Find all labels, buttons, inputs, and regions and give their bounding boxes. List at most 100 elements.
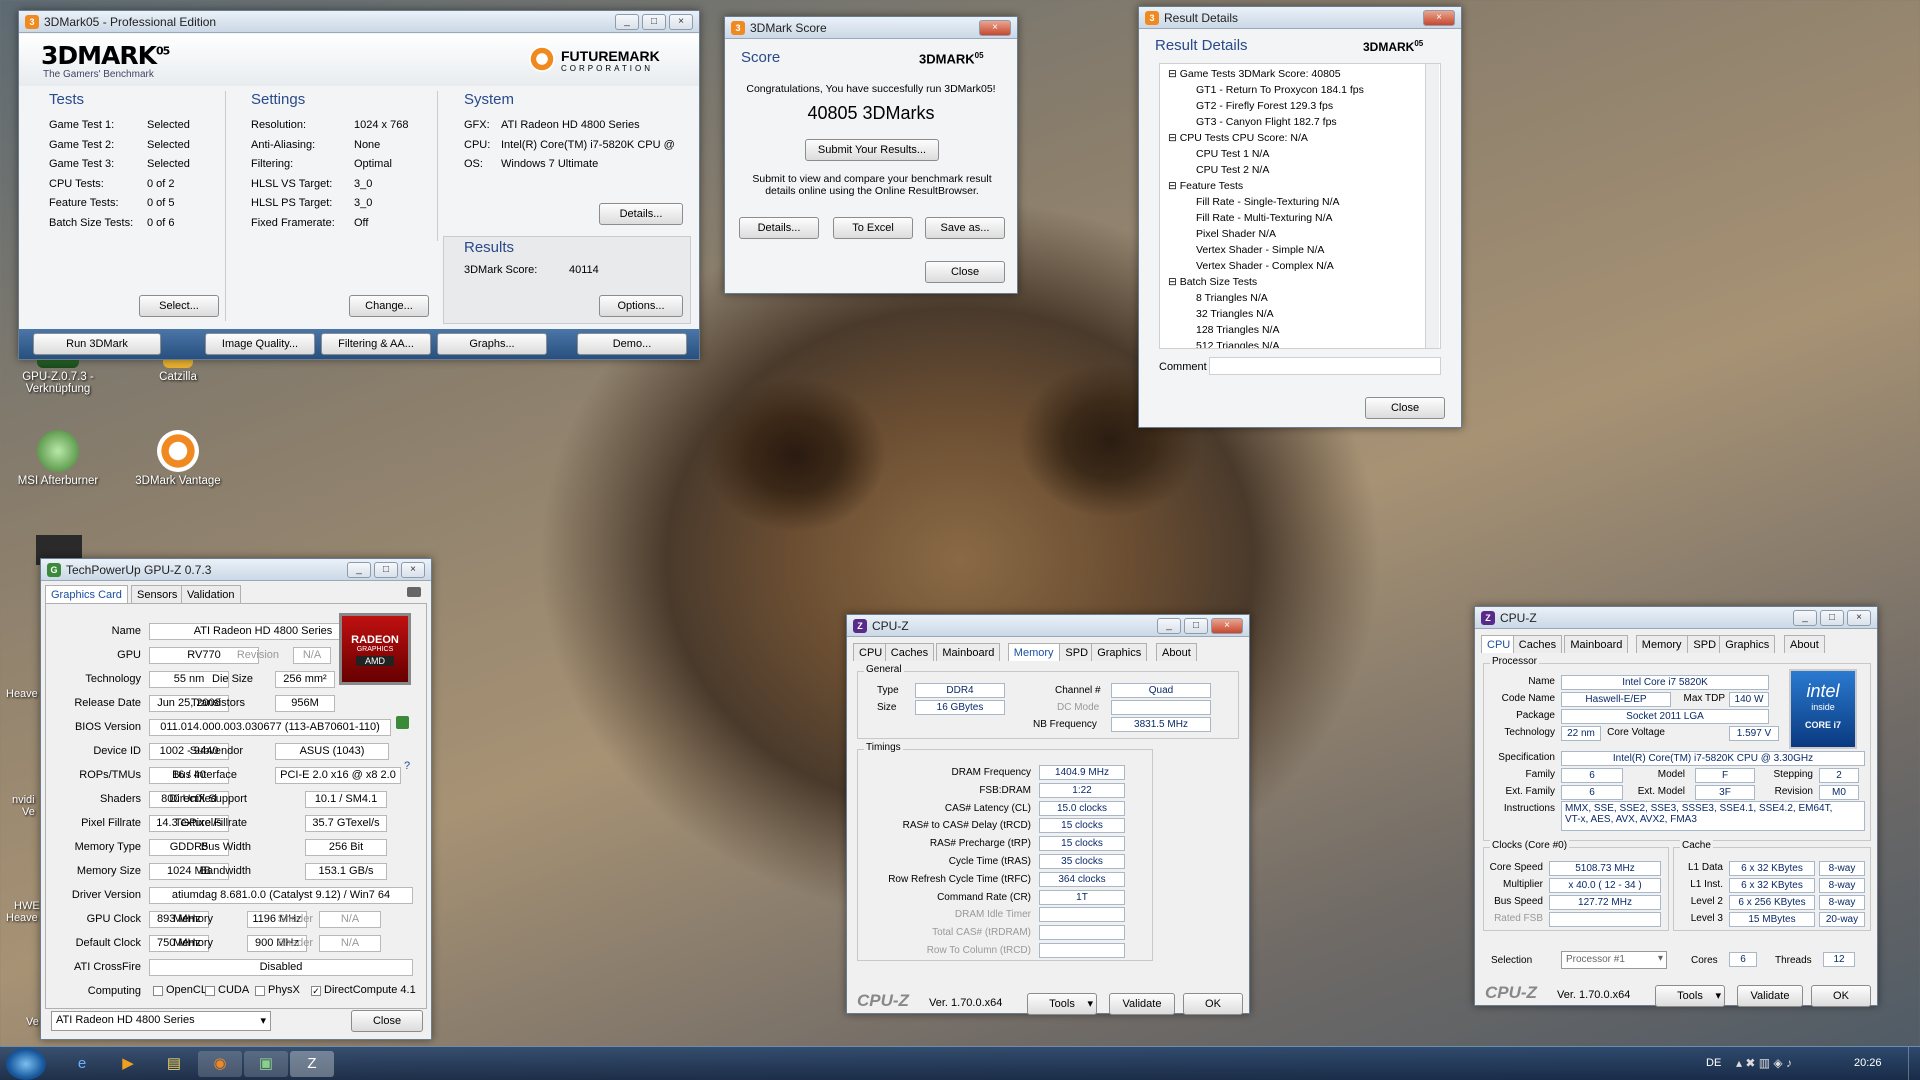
maximize-button[interactable]: □ <box>1184 617 1208 634</box>
graphs-button[interactable]: Graphs... <box>437 333 547 355</box>
save-as-button[interactable]: Save as... <box>925 217 1005 239</box>
processor-select[interactable]: Processor #1 ▾ <box>1561 951 1667 969</box>
select-button[interactable]: Select... <box>139 295 219 317</box>
validate-button[interactable]: Validate <box>1737 985 1803 1007</box>
tab-graphics[interactable]: Graphics <box>1091 643 1148 661</box>
tab-caches[interactable]: Caches <box>1512 635 1563 653</box>
tab-about[interactable]: About <box>1784 635 1825 653</box>
tree-node[interactable]: ⊟ Game Tests 3DMark Score: 40805 <box>1160 66 1440 82</box>
tray-icons[interactable]: ▴ ✖ ▥ ◈ ♪ <box>1736 1056 1836 1072</box>
result-details-titlebar[interactable]: 3 Result Details × <box>1139 7 1461 29</box>
tab-mainboard[interactable]: Mainboard <box>1564 635 1629 653</box>
ok-button[interactable]: OK <box>1811 985 1871 1007</box>
tree-node[interactable]: 8 Triangles N/A <box>1160 290 1440 306</box>
tree-node[interactable]: GT3 - Canyon Flight 182.7 fps <box>1160 114 1440 130</box>
taskbar-3dmark-icon[interactable]: ◉ <box>198 1051 242 1077</box>
maximize-button[interactable]: □ <box>1820 609 1844 626</box>
tree-node[interactable]: CPU Test 2 N/A <box>1160 162 1440 178</box>
tab-graphics[interactable]: Graphics <box>1719 635 1776 653</box>
3dmark05-titlebar[interactable]: 3 3DMark05 - Professional Edition _ □ × <box>19 11 699 33</box>
tree-node[interactable]: CPU Test 1 N/A <box>1160 146 1440 162</box>
tools-button[interactable]: Tools ▾ <box>1655 985 1725 1007</box>
tab-spd[interactable]: SPD <box>1687 635 1723 653</box>
options-button[interactable]: Options... <box>599 295 683 317</box>
submit-results-button[interactable]: Submit Your Results... <box>805 139 939 161</box>
tree-scrollbar[interactable] <box>1425 64 1439 348</box>
show-desktop-button[interactable] <box>1908 1047 1920 1080</box>
cpuz-memory-titlebar[interactable]: Z CPU-Z _ □ × <box>847 615 1249 637</box>
image-quality-button[interactable]: Image Quality... <box>205 333 315 355</box>
tab-graphics-card[interactable]: Graphics Card <box>45 585 128 603</box>
tree-node[interactable]: ⊟ Feature Tests <box>1160 178 1440 194</box>
tree-node[interactable]: Vertex Shader - Complex N/A <box>1160 258 1440 274</box>
tree-node[interactable]: 512 Triangles N/A <box>1160 338 1440 348</box>
maximize-button[interactable]: □ <box>642 13 666 30</box>
taskbar-gpuz-icon[interactable]: ▣ <box>244 1051 288 1077</box>
score-titlebar[interactable]: 3 3DMark Score × <box>725 17 1017 39</box>
details-button[interactable]: Details... <box>599 203 683 225</box>
tree-node[interactable]: Fill Rate - Multi-Texturing N/A <box>1160 210 1440 226</box>
tab-cpu[interactable]: CPU <box>853 643 889 661</box>
tab-validation[interactable]: Validation <box>181 585 241 603</box>
language-indicator[interactable]: DE <box>1706 1057 1721 1069</box>
filtering-aa-button[interactable]: Filtering & AA... <box>321 333 431 355</box>
comment-input[interactable] <box>1209 357 1441 375</box>
close-button[interactable]: × <box>1211 617 1243 634</box>
tree-node[interactable]: Fill Rate - Single-Texturing N/A <box>1160 194 1440 210</box>
taskbar-cpuz-icon[interactable]: Z <box>290 1051 334 1077</box>
to-excel-button[interactable]: To Excel <box>833 217 913 239</box>
tab-spd[interactable]: SPD <box>1059 643 1095 661</box>
minimize-button[interactable]: _ <box>615 13 639 30</box>
demo-button[interactable]: Demo... <box>577 333 687 355</box>
help-icon[interactable]: ? <box>404 760 410 772</box>
taskbar-ie-icon[interactable]: e <box>60 1051 104 1077</box>
tree-node[interactable]: ⊟ Batch Size Tests <box>1160 274 1440 290</box>
tab-cpu[interactable]: CPU <box>1481 635 1517 653</box>
tree-node[interactable]: ⊟ CPU Tests CPU Score: N/A <box>1160 130 1440 146</box>
tree-node[interactable]: Pixel Shader N/A <box>1160 226 1440 242</box>
tab-memory[interactable]: Memory <box>1635 635 1688 653</box>
gpuz-titlebar[interactable]: G TechPowerUp GPU-Z 0.7.3 _ □ × <box>41 559 431 581</box>
minimize-button[interactable]: _ <box>347 561 371 578</box>
clock[interactable]: 20:26 <box>1854 1057 1882 1069</box>
tree-node[interactable]: GT2 - Firefly Forest 129.3 fps <box>1160 98 1440 114</box>
tree-expand-icon[interactable]: ⊟ <box>1168 68 1180 80</box>
bios-save-icon[interactable] <box>396 716 409 729</box>
run-3dmark-button[interactable]: Run 3DMark <box>33 333 161 355</box>
taskbar-explorer-icon[interactable]: ▤ <box>152 1051 196 1077</box>
close-button[interactable]: × <box>1423 9 1455 26</box>
tree-expand-icon[interactable]: ⊟ <box>1168 132 1180 144</box>
gpu-select[interactable]: ATI Radeon HD 4800 Series ▾ <box>51 1011 271 1031</box>
close-button[interactable]: × <box>669 13 693 30</box>
close-button[interactable]: × <box>979 19 1011 36</box>
result-tree[interactable]: ⊟ Game Tests 3DMark Score: 40805 GT1 - Re… <box>1159 63 1441 349</box>
change-button[interactable]: Change... <box>349 295 429 317</box>
close-button[interactable]: Close <box>925 261 1005 283</box>
maximize-button[interactable]: □ <box>374 561 398 578</box>
validate-button[interactable]: Validate <box>1109 993 1175 1015</box>
close-button[interactable]: Close <box>1365 397 1445 419</box>
tree-node[interactable]: GT1 - Return To Proxycon 184.1 fps <box>1160 82 1440 98</box>
ok-button[interactable]: OK <box>1183 993 1243 1015</box>
close-button[interactable]: × <box>1847 609 1871 626</box>
tab-memory[interactable]: Memory <box>1007 643 1060 661</box>
taskbar-media-icon[interactable]: ▶ <box>106 1051 150 1077</box>
camera-icon[interactable] <box>407 587 421 597</box>
tree-node[interactable]: 128 Triangles N/A <box>1160 322 1440 338</box>
minimize-button[interactable]: _ <box>1793 609 1817 626</box>
tree-expand-icon[interactable]: ⊟ <box>1168 276 1180 288</box>
close-button[interactable]: × <box>401 561 425 578</box>
details-button[interactable]: Details... <box>739 217 819 239</box>
minimize-button[interactable]: _ <box>1157 617 1181 634</box>
tab-caches[interactable]: Caches <box>884 643 935 661</box>
cpuz-cpu-titlebar[interactable]: Z CPU-Z _ □ × <box>1475 607 1877 629</box>
desktop-icon-afterburner[interactable]: MSI Afterburner <box>8 430 108 487</box>
tools-button[interactable]: Tools ▾ <box>1027 993 1097 1015</box>
tree-node[interactable]: 32 Triangles N/A <box>1160 306 1440 322</box>
tree-node[interactable]: Vertex Shader - Simple N/A <box>1160 242 1440 258</box>
tab-mainboard[interactable]: Mainboard <box>936 643 1001 661</box>
desktop-icon-vantage[interactable]: 3DMark Vantage <box>128 430 228 487</box>
start-button[interactable] <box>6 1048 46 1080</box>
tab-about[interactable]: About <box>1156 643 1197 661</box>
close-button[interactable]: Close <box>351 1010 423 1032</box>
